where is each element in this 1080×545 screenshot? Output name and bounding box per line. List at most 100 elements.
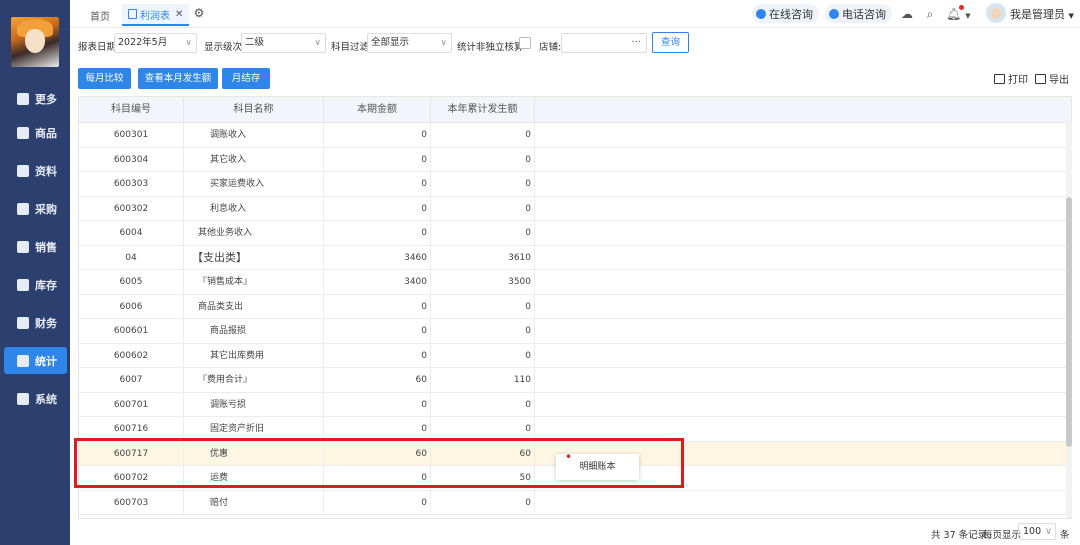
bag-icon [17, 126, 29, 139]
cell-code: 600703 [79, 490, 184, 515]
cell-ytd: 3500 [431, 270, 535, 295]
cell-current: 0 [324, 343, 431, 368]
table-row[interactable]: 600716 固定资产折旧 0 0 [79, 417, 1071, 442]
chat-icon [756, 8, 766, 19]
cell-ytd: 0 [431, 343, 535, 368]
filter-bar: 报表日期 2022年5月 ∨ 显示级次 二级 ∨ 科目过滤 全部显示 ∨ 统计非独立核… [70, 28, 1080, 60]
header-code[interactable]: 科目编号 [79, 97, 184, 123]
level-select[interactable]: 二级 ∨ [241, 33, 326, 53]
settings-icon[interactable]: ⚙ [192, 6, 206, 20]
cell-ytd: 3610 [431, 245, 535, 270]
sidebar-item-1[interactable]: 商品 [4, 119, 67, 146]
cell-current: 0 [324, 319, 431, 344]
sidebar-item-label: 财务 [35, 316, 57, 330]
table-header: 科目编号 科目名称 本期金额 本年累计发生额 [79, 97, 1071, 123]
sidebar-item-6[interactable]: 财务 [4, 309, 67, 336]
cloud-icon[interactable]: ☁ [900, 7, 914, 21]
tab-home[interactable]: 首页 [90, 4, 110, 26]
cell-code: 6007 [79, 368, 184, 393]
close-tab-icon[interactable]: ✕ [175, 9, 183, 20]
user-name[interactable]: 我是管理员 ▼ [1010, 6, 1074, 22]
header-current[interactable]: 本期金额 [324, 97, 431, 123]
cell-name: 【支出类】 [184, 245, 324, 270]
table-row[interactable]: 600701 调账亏损 0 0 [79, 392, 1071, 417]
sidebar-item-label: 资料 [35, 164, 57, 178]
user-avatar[interactable] [986, 3, 1006, 23]
cell-code: 600601 [79, 319, 184, 344]
cell-code: 600701 [79, 392, 184, 417]
cell-current: 60 [324, 368, 431, 393]
table-row[interactable]: 600302 利息收入 0 0 [79, 196, 1071, 221]
non-independent-checkbox[interactable] [519, 37, 531, 49]
per-page-label: 每页显示 [983, 530, 1022, 541]
finance-icon [17, 316, 29, 329]
sidebar-item-2[interactable]: 资料 [4, 157, 67, 184]
table-row[interactable]: 600601 商品报损 0 0 [79, 319, 1071, 344]
table-row[interactable]: 6006 商品类支出 0 0 [79, 294, 1071, 319]
table-row[interactable]: 600303 买家运费收入 0 0 [79, 172, 1071, 197]
context-menu-detail-ledger[interactable]: 明细账本 [579, 462, 615, 472]
bell-icon[interactable]: 🔔︎ [946, 7, 961, 21]
sidebar-item-3[interactable]: 采购 [4, 195, 67, 222]
tab-profit-statement[interactable]: 利润表 ✕ [122, 4, 190, 26]
query-button[interactable]: 查询 [652, 32, 689, 53]
store-picker[interactable]: ··· [561, 33, 647, 53]
table-row[interactable]: 6004 其他业务收入 0 0 [79, 221, 1071, 246]
cell-code: 04 [79, 245, 184, 270]
table-row[interactable]: 6005 『销售成本』 3400 3500 [79, 270, 1071, 295]
monthly-compare-button[interactable]: 每月比较 [78, 68, 131, 89]
subject-filter-select[interactable]: 全部显示 ∨ [367, 33, 452, 53]
cell-ytd: 50 [431, 466, 535, 491]
cell-ytd: 0 [431, 417, 535, 442]
sidebar-item-8[interactable]: 系统 [4, 385, 67, 412]
month-close-button[interactable]: 月结存 [222, 68, 270, 89]
phone-consult-button[interactable]: 电话咨询 [825, 4, 892, 23]
table-row[interactable]: 600304 其它收入 0 0 [79, 147, 1071, 172]
gear-icon [17, 392, 29, 405]
cell-current: 0 [324, 172, 431, 197]
chevron-down-icon[interactable]: ▼ [961, 9, 975, 23]
cell-name: 其它收入 [184, 147, 324, 172]
export-icon [1035, 73, 1046, 84]
per-page-select[interactable]: 100 ∨ [1018, 523, 1056, 540]
sidebar-item-label: 采购 [35, 202, 57, 216]
table-scrollbar[interactable] [1066, 122, 1072, 518]
cell-current: 0 [324, 417, 431, 442]
date-select[interactable]: 2022年5月 ∨ [114, 33, 197, 53]
sidebar-item-0[interactable]: 更多 [4, 85, 67, 112]
export-label: 导出 [1049, 75, 1069, 86]
online-consult-button[interactable]: 在线咨询 [752, 4, 819, 23]
cell-name: 商品报损 [184, 319, 324, 344]
sidebar-item-4[interactable]: 销售 [4, 233, 67, 260]
cell-name: 调账收入 [184, 123, 324, 148]
header-name[interactable]: 科目名称 [184, 97, 324, 123]
cell-code: 600602 [79, 343, 184, 368]
cell-ytd: 110 [431, 368, 535, 393]
table-row[interactable]: 600602 其它出库费用 0 0 [79, 343, 1071, 368]
header-ytd[interactable]: 本年累计发生额 [431, 97, 535, 123]
cell-current: 0 [324, 490, 431, 515]
sidebar-item-label: 库存 [35, 278, 57, 292]
table-row[interactable]: 600703 赔付 0 0 [79, 490, 1071, 515]
table-row[interactable]: 04 【支出类】 3460 3610 [79, 245, 1071, 270]
cell-code: 600302 [79, 196, 184, 221]
search-icon[interactable]: ⌕ [923, 7, 937, 21]
view-month-amount-button[interactable]: 查看本月发生额 [138, 68, 218, 89]
print-label: 打印 [1008, 75, 1028, 86]
sidebar-item-label: 商品 [35, 126, 57, 140]
cell-code: 600702 [79, 466, 184, 491]
more-dots-icon[interactable]: ··· [631, 34, 641, 52]
per-page-unit: 条 [1060, 530, 1070, 541]
sidebar-item-label: 系统 [35, 392, 57, 406]
export-button[interactable]: 导出 [1035, 71, 1069, 86]
cell-current: 0 [324, 466, 431, 491]
table-row[interactable]: 6007 『费用合计』 60 110 [79, 368, 1071, 393]
cell-ytd: 60 [431, 441, 535, 466]
non-independent-label: 统计非独立核算 [457, 42, 524, 53]
sidebar-item-5[interactable]: 库存 [4, 271, 67, 298]
print-button[interactable]: 打印 [994, 71, 1028, 86]
scrollbar-thumb[interactable] [1066, 197, 1072, 447]
sidebar-item-7[interactable]: 统计 [4, 347, 67, 374]
cell-current: 0 [324, 196, 431, 221]
table-row[interactable]: 600301 调账收入 0 0 [79, 123, 1071, 148]
